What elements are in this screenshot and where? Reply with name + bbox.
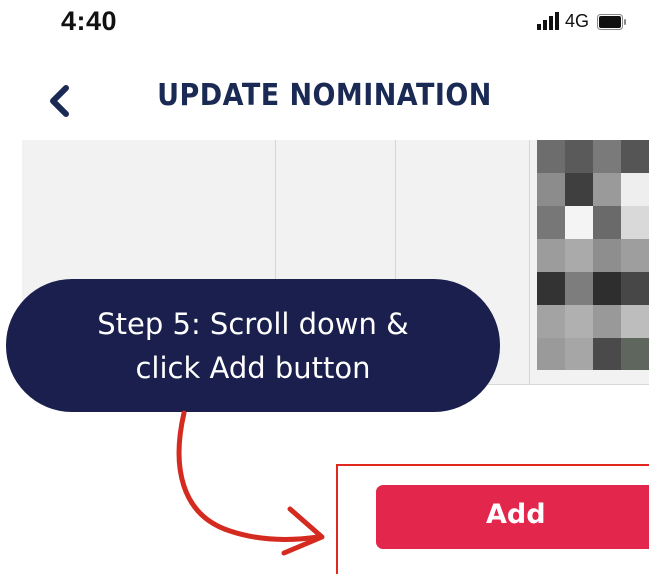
add-button-label: Add xyxy=(486,499,546,530)
phone-screen: 4:40 4G UPDATE NOMINATION Step 5: Scroll… xyxy=(0,0,649,574)
step-callout: Step 5: Scroll down & click Add button xyxy=(6,279,500,412)
signal-icon xyxy=(537,12,559,30)
callout-line-1: Step 5: Scroll down & xyxy=(97,306,409,341)
pixelated-photo xyxy=(537,140,649,370)
add-button[interactable]: Add xyxy=(376,485,649,549)
network-label: 4G xyxy=(565,11,590,31)
page-title: UPDATE NOMINATION xyxy=(157,78,492,113)
column-divider xyxy=(529,140,530,384)
battery-icon xyxy=(597,14,626,30)
status-time: 4:40 xyxy=(61,6,118,36)
curved-arrow-icon xyxy=(176,410,325,556)
callout-line-2: click Add button xyxy=(135,350,371,385)
